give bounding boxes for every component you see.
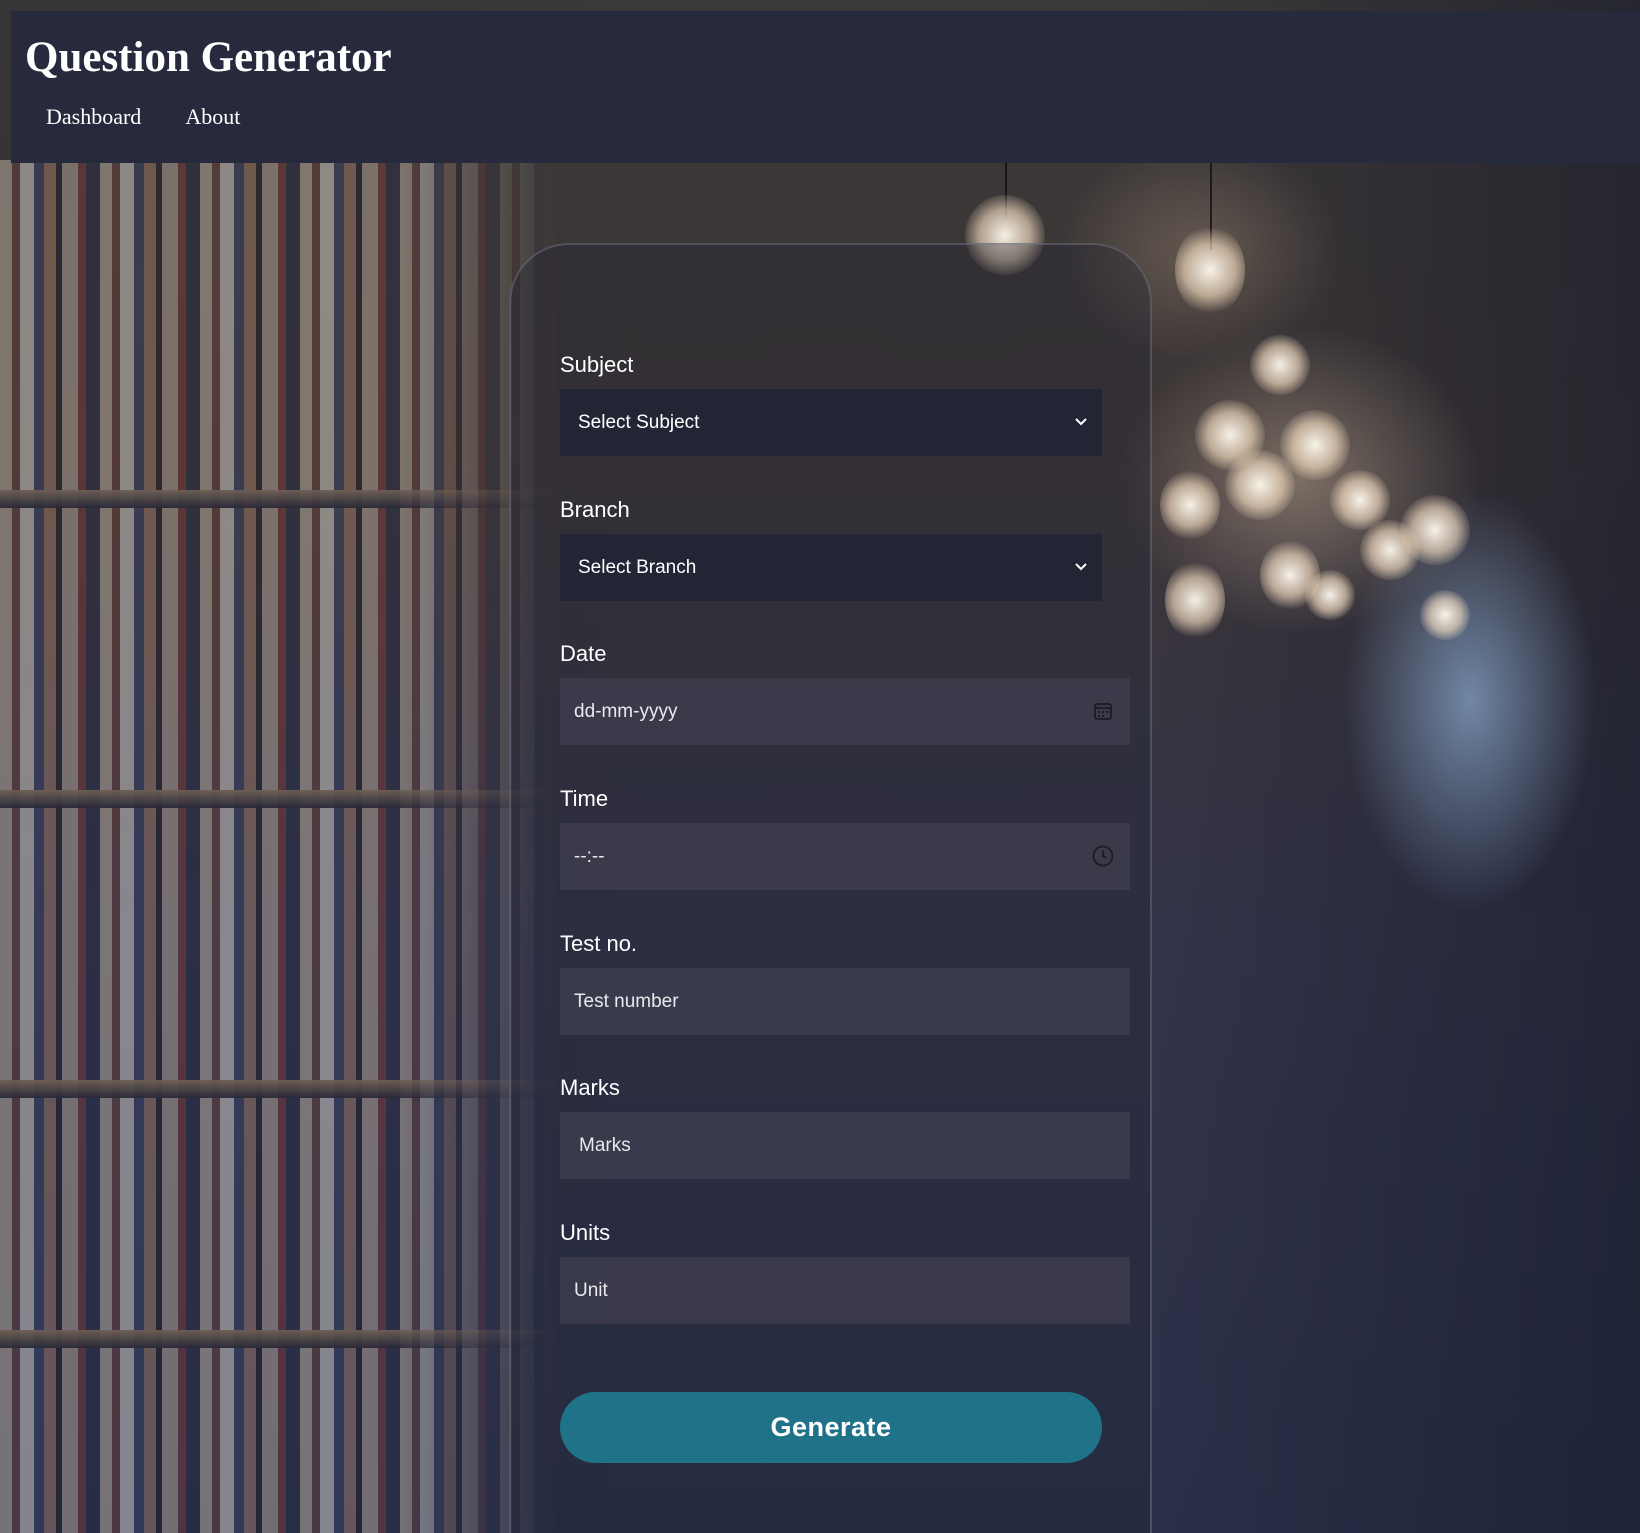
shelf-divider [0,790,560,808]
units-label: Units [560,1220,611,1245]
nav-link-dashboard[interactable]: Dashboard [46,104,141,130]
date-label: Date [560,641,607,666]
time-label: Time [560,786,609,811]
branch-select-value: Select Branch [578,556,697,578]
branch-label: Branch [560,497,630,522]
light-bulb [1360,520,1420,580]
shelf-divider [0,490,560,508]
generate-button[interactable]: Generate [560,1392,1102,1463]
date-input-placeholder: dd-mm-yyyy [574,700,678,722]
branch-select[interactable]: Select Branch [560,534,1102,601]
nav-link-about[interactable]: About [185,104,240,130]
marks-label: Marks [560,1075,620,1100]
light-bulb [1225,450,1295,520]
marks-input[interactable]: Marks [560,1112,1130,1179]
calendar-icon[interactable] [1090,698,1116,724]
chevron-down-icon [1075,418,1087,426]
shelf-divider [0,1080,560,1098]
light-bulb [1160,470,1220,540]
main-nav: Dashboard About [46,104,240,130]
test-number-input[interactable]: Test number [560,968,1130,1035]
test-number-placeholder: Test number [574,990,679,1012]
light-bulb [1305,570,1355,620]
light-bulb [1420,590,1470,640]
time-input-placeholder: --:-- [574,845,605,867]
shelf-divider [0,1330,560,1348]
time-input[interactable]: --:-- [560,823,1130,890]
bookshelf-image [0,160,560,1533]
light-bulb [1165,560,1225,640]
chevron-down-icon [1075,563,1087,571]
light-bulb [1175,225,1245,315]
light-bulb [1250,335,1310,395]
test-number-label: Test no. [560,931,638,956]
units-input[interactable]: Unit [560,1257,1130,1324]
app-title: Question Generator [25,34,392,81]
subject-label: Subject [560,352,634,377]
marks-placeholder: Marks [579,1134,631,1156]
date-input[interactable]: dd-mm-yyyy [560,678,1130,745]
units-placeholder: Unit [574,1279,608,1301]
subject-select-value: Select Subject [578,411,700,433]
app-header: Question Generator Dashboard About [11,11,1640,163]
subject-select[interactable]: Select Subject [560,389,1102,456]
clock-icon[interactable] [1090,843,1116,869]
